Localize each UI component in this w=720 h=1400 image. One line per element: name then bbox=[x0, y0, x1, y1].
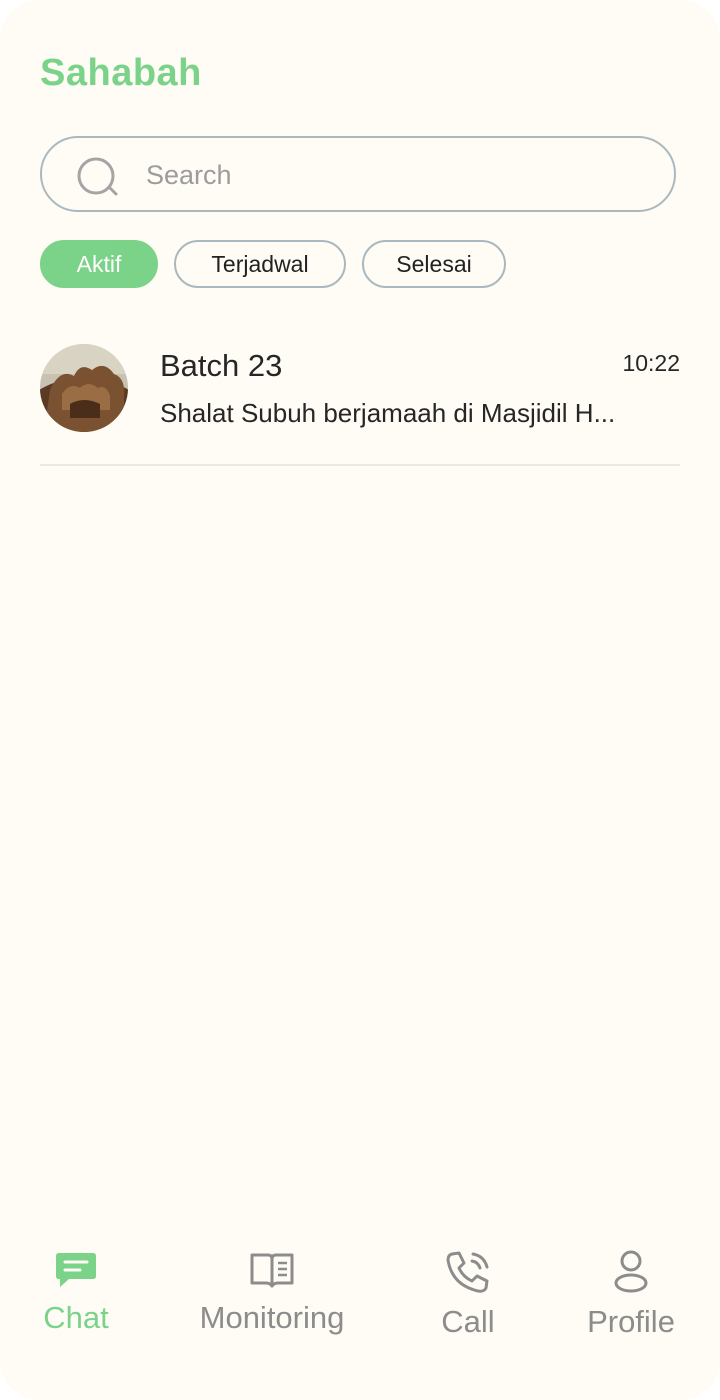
filter-chip-aktif[interactable]: Aktif bbox=[40, 240, 158, 288]
chat-icon bbox=[56, 1253, 96, 1287]
app-title: Sahabah bbox=[40, 52, 202, 94]
book-icon bbox=[250, 1253, 294, 1288]
filter-chip-terjadwal[interactable]: Terjadwal bbox=[174, 240, 346, 288]
user-icon bbox=[614, 1250, 648, 1293]
nav-call[interactable]: Call bbox=[426, 1250, 510, 1340]
app-screen: Sahabah Aktif Terjadwal Selesai Batch 23… bbox=[0, 0, 720, 1400]
nav-monitoring[interactable]: Monitoring bbox=[180, 1250, 364, 1336]
nav-profile[interactable]: Profile bbox=[576, 1250, 686, 1340]
bottom-nav: Chat Monitoring Call Profile bbox=[0, 1250, 720, 1400]
search-input[interactable] bbox=[144, 152, 648, 198]
avatar bbox=[40, 344, 128, 432]
nav-label-profile: Profile bbox=[587, 1304, 675, 1339]
nav-label-chat: Chat bbox=[43, 1300, 109, 1335]
search-icon bbox=[77, 157, 118, 196]
chat-list-item[interactable]: Batch 23 10:22 Shalat Subuh berjamaah di… bbox=[40, 336, 680, 466]
nav-chat[interactable]: Chat bbox=[28, 1250, 124, 1336]
phone-icon bbox=[446, 1251, 489, 1293]
chat-name: Batch 23 bbox=[160, 348, 283, 383]
nav-label-monitoring: Monitoring bbox=[199, 1300, 345, 1335]
chat-time: 10:22 bbox=[622, 350, 680, 376]
chat-preview: Shalat Subuh berjamaah di Masjidil H... bbox=[160, 398, 616, 428]
search-bar[interactable] bbox=[40, 136, 676, 212]
filter-chip-selesai[interactable]: Selesai bbox=[362, 240, 506, 288]
nav-label-call: Call bbox=[441, 1304, 495, 1339]
